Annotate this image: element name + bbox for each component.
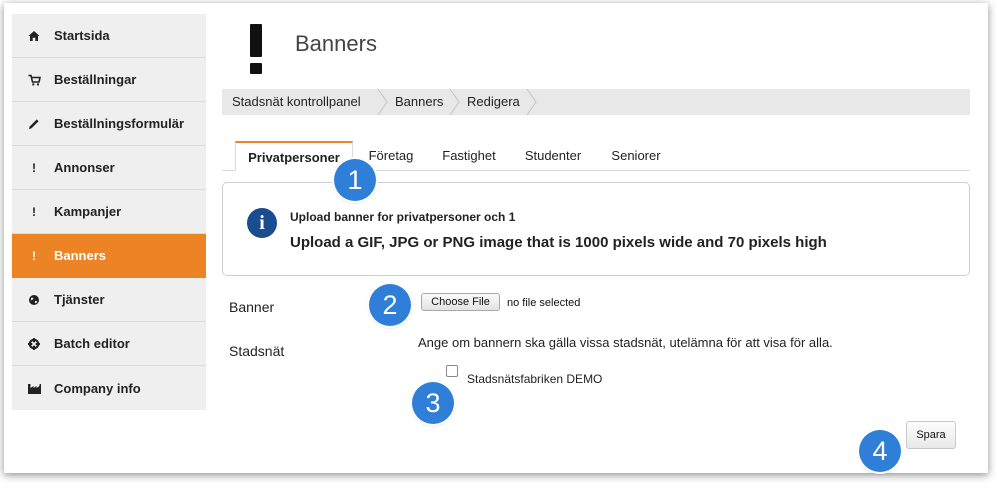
exclamation-icon: ! — [32, 248, 36, 263]
breadcrumb-separator-icon — [449, 89, 460, 115]
checkbox-label: Stadsnätsfabriken DEMO — [467, 372, 603, 386]
breadcrumb: Stadsnät kontrollpanel Banners Redigera — [222, 89, 970, 115]
exclamation-icon — [250, 24, 262, 74]
home-icon — [24, 30, 44, 42]
callout-badge: 3 — [412, 382, 454, 424]
sidebar-item-batch-editor[interactable]: Batch editor — [12, 322, 206, 366]
sidebar-item-label: Beställningar — [54, 72, 137, 87]
sidebar-item-startsida[interactable]: Startsida — [12, 14, 206, 58]
breadcrumb-separator-icon — [526, 89, 537, 115]
file-status-text: no file selected — [507, 297, 581, 309]
sidebar-item-label: Banners — [54, 248, 107, 263]
globe-icon — [24, 294, 44, 306]
page-title: Banners — [295, 31, 377, 56]
breadcrumb-item-banners[interactable]: Banners — [395, 89, 443, 115]
callout-badge: 4 — [859, 430, 901, 472]
pencil-icon — [24, 118, 44, 130]
breadcrumb-separator-icon — [377, 89, 388, 115]
sidebar-item-bestallningsformular[interactable]: Beställningsformulär — [12, 102, 206, 146]
sidebar-item-label: Company info — [54, 380, 141, 396]
sidebar: Startsida Beställningar Beställningsform… — [12, 14, 206, 410]
stadsnat-label: Stadsnät — [229, 343, 285, 359]
sidebar-item-company-info[interactable]: Company info — [12, 366, 206, 410]
tab-privatpersoner[interactable]: Privatpersoner — [235, 141, 353, 171]
callout-badge: 1 — [334, 159, 376, 201]
breadcrumb-item-redigera: Redigera — [467, 94, 520, 109]
info-text: Upload a GIF, JPG or PNG image that is 1… — [290, 234, 827, 251]
choose-file-button[interactable]: Choose File — [421, 293, 500, 311]
tab-studenter[interactable]: Studenter — [516, 141, 590, 171]
callout-badge: 2 — [369, 284, 411, 326]
sidebar-item-label: Annonser — [54, 160, 115, 175]
info-icon: i — [247, 208, 277, 238]
sidebar-item-label: Batch editor — [54, 336, 130, 351]
tab-seniorer[interactable]: Seniorer — [603, 141, 669, 171]
factory-icon — [24, 383, 44, 394]
exclamation-icon: ! — [32, 160, 36, 175]
exclamation-icon: ! — [32, 204, 36, 219]
sidebar-item-tjanster[interactable]: Tjänster — [12, 278, 206, 322]
gear-icon — [24, 337, 44, 350]
cart-icon — [24, 74, 44, 86]
stadsnat-help-text: Ange om bannern ska gälla vissa stadsnät… — [418, 335, 833, 350]
info-title: Upload banner for privatpersoner och 1 — [290, 210, 516, 224]
sidebar-item-banners[interactable]: ! Banners — [12, 234, 206, 278]
stadsnatsfabriken-checkbox[interactable] — [446, 365, 458, 377]
info-box: i Upload banner for privatpersoner och 1… — [222, 182, 970, 276]
sidebar-item-label: Kampanjer — [54, 204, 122, 219]
breadcrumb-item-kontrollpanel[interactable]: Stadsnät kontrollpanel — [232, 89, 361, 115]
sidebar-item-kampanjer[interactable]: ! Kampanjer — [12, 190, 206, 234]
sidebar-item-label: Beställningsformulär — [54, 116, 185, 131]
sidebar-item-label: Startsida — [54, 28, 110, 43]
tab-fastighet[interactable]: Fastighet — [435, 141, 503, 171]
save-button[interactable]: Spara — [906, 421, 956, 449]
sidebar-item-annonser[interactable]: ! Annonser — [12, 146, 206, 190]
sidebar-item-bestallningar[interactable]: Beställningar — [12, 58, 206, 102]
banner-label: Banner — [229, 299, 275, 315]
sidebar-item-label: Tjänster — [54, 292, 105, 307]
